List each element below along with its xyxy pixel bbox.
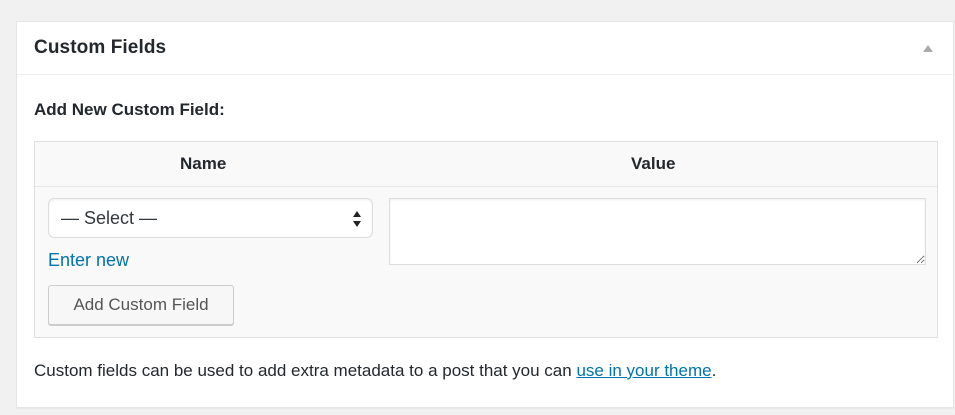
use-in-theme-link[interactable]: use in your theme <box>576 361 711 380</box>
help-text: Custom fields can be used to add extra m… <box>34 361 716 381</box>
triangle-up-icon[interactable] <box>921 41 935 55</box>
column-header-name: Name <box>180 154 227 173</box>
table-header: Name Value <box>35 142 937 187</box>
metabox-header[interactable]: Custom Fields <box>17 22 953 75</box>
metabox-title: Custom Fields <box>34 37 167 58</box>
meta-value-textarea[interactable] <box>389 198 926 265</box>
meta-key-select[interactable]: — Select — <box>48 198 373 238</box>
add-custom-field-button[interactable]: Add Custom Field <box>48 285 234 325</box>
column-header-value: Value <box>631 154 676 173</box>
add-new-heading: Add New Custom Field: <box>34 100 225 119</box>
help-text-prefix: Custom fields can be used to add extra m… <box>34 361 577 380</box>
enter-new-link[interactable]: Enter new <box>48 250 129 271</box>
new-meta-table: Name Value — Select — Enter new Add Cust… <box>34 141 938 338</box>
help-text-suffix: . <box>711 361 717 380</box>
select-arrows-icon <box>352 209 362 229</box>
custom-fields-metabox: Custom Fields Add New Custom Field: Name… <box>16 21 954 408</box>
select-value: — Select — <box>61 208 158 228</box>
